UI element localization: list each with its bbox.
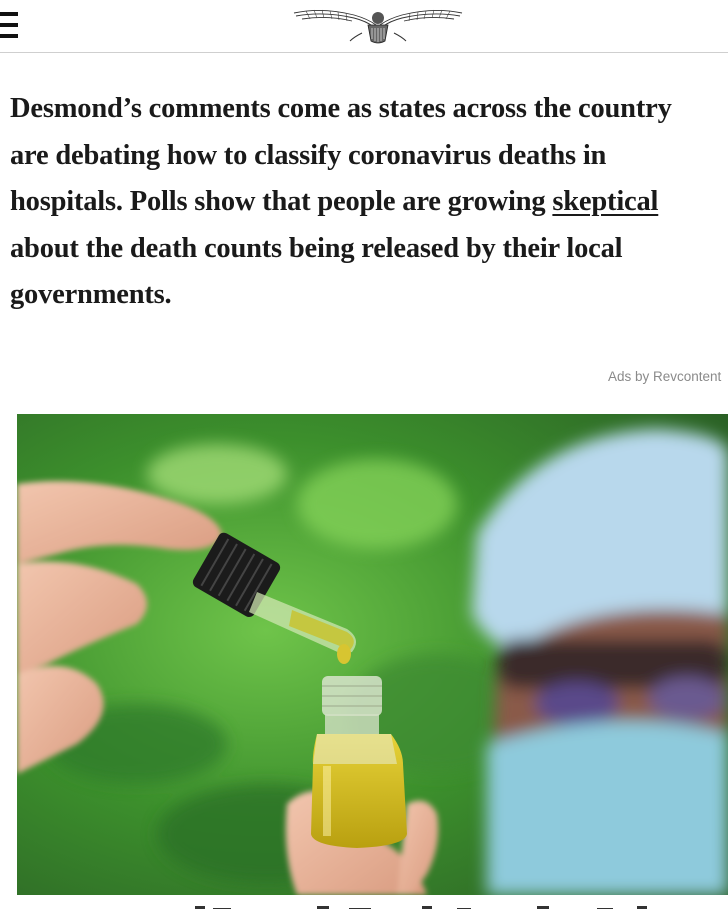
sponsored-ad-image[interactable] bbox=[17, 414, 728, 895]
hamburger-menu-icon[interactable] bbox=[0, 12, 18, 38]
article-text-segment: hospitals. Polls show that people are gr… bbox=[10, 186, 553, 217]
eagle-logo-icon[interactable] bbox=[292, 3, 464, 45]
article-line: about the death counts being released by… bbox=[10, 232, 623, 264]
next-content-fragment bbox=[17, 898, 728, 909]
article-line: governments. bbox=[10, 279, 172, 310]
article-line: are debating how to classify coronavirus… bbox=[10, 139, 607, 171]
article-paragraph: Desmond’s comments come as states across… bbox=[10, 86, 728, 319]
top-bar bbox=[0, 0, 728, 53]
article-line: Desmond’s comments come as states across… bbox=[10, 93, 672, 124]
article-line: hospitals. Polls show that people are gr… bbox=[10, 179, 728, 226]
skeptical-link[interactable]: skeptical bbox=[552, 186, 658, 217]
ads-attribution-label[interactable]: Ads by Revcontent bbox=[608, 369, 721, 384]
